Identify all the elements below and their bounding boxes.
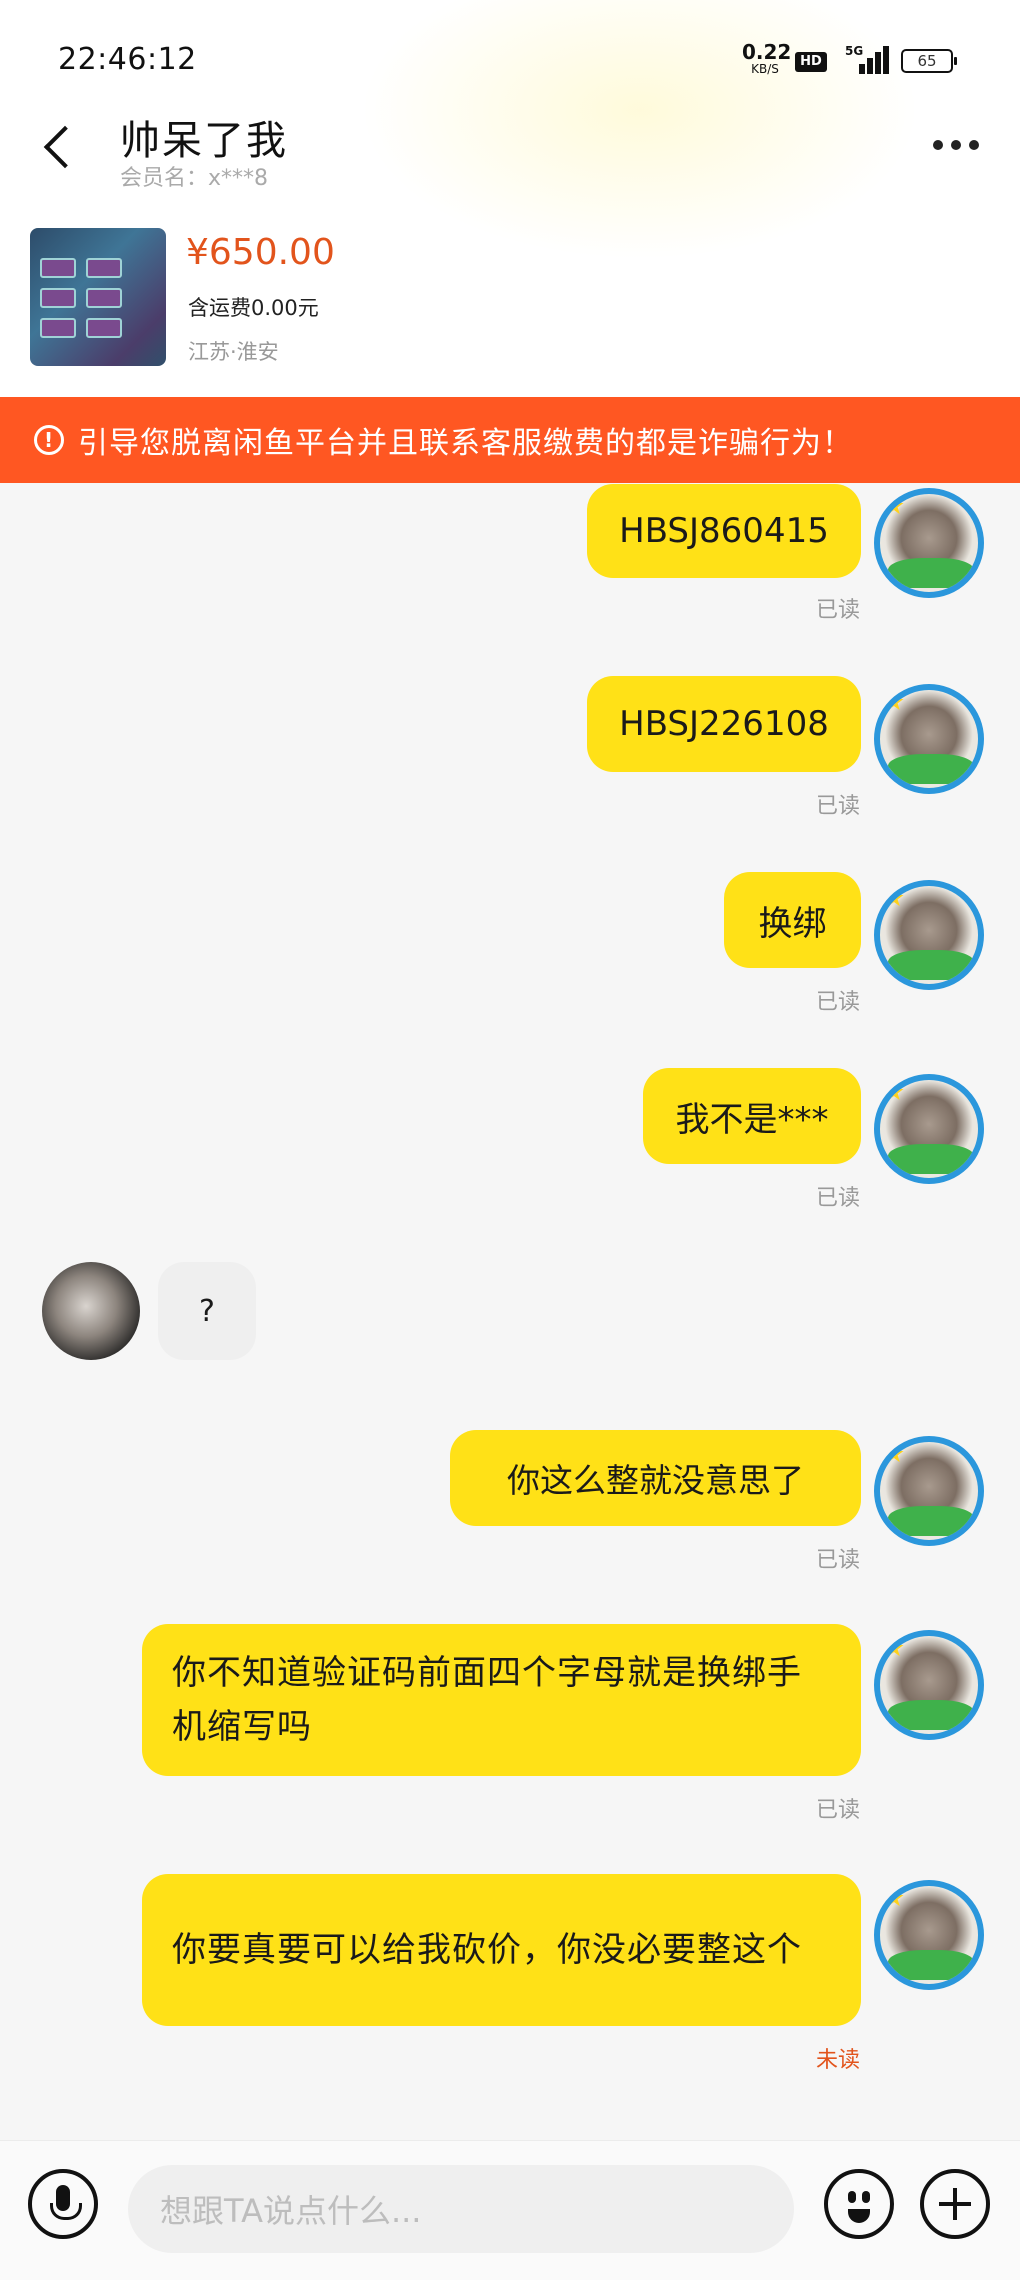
shipping-info: 含运费0.00元 — [188, 296, 319, 320]
more-options-button[interactable] — [928, 130, 984, 160]
emoji-icon[interactable] — [824, 2169, 894, 2239]
battery-icon: 65 — [901, 49, 957, 73]
message-text: 我不是*** — [675, 1099, 829, 1140]
my-avatar[interactable] — [874, 1436, 984, 1546]
fraud-warning-banner: ! 引导您脱离闲鱼平台并且联系客服缴费的都是诈骗行为！ — [0, 397, 1020, 483]
thumb-tile — [40, 258, 76, 278]
signal-bar — [859, 64, 865, 74]
star-icon — [884, 1082, 904, 1101]
star-icon — [884, 692, 904, 711]
message-text: HBSJ860415 — [619, 511, 829, 551]
message-bubble-sent[interactable]: 你这么整就没意思了 — [450, 1430, 861, 1526]
message-text: 你要真要可以给我砍价，你没必要整这个 — [172, 1930, 802, 1970]
chat-title: 帅呆了我 — [120, 118, 288, 164]
signal-bar — [875, 52, 881, 74]
network-type: 5G — [845, 44, 864, 58]
my-avatar[interactable] — [874, 1880, 984, 1990]
other-user-avatar[interactable] — [42, 1262, 140, 1360]
star-icon — [884, 888, 904, 907]
warning-icon: ! — [34, 425, 64, 455]
star-icon — [884, 1888, 904, 1907]
message-text: 你这么整就没意思了 — [507, 1461, 804, 1500]
star-icon — [884, 1444, 904, 1463]
signal-bar — [883, 46, 889, 74]
emoji-mouth — [848, 2209, 870, 2223]
warning-text: 引导您脱离闲鱼平台并且联系客服缴费的都是诈骗行为！ — [78, 426, 853, 461]
microphone-icon[interactable] — [28, 2169, 98, 2239]
product-location: 江苏·淮安 — [188, 340, 279, 364]
emoji-eye — [862, 2191, 870, 2203]
thumb-tile — [86, 288, 122, 308]
dot-icon — [933, 140, 943, 150]
thumb-tile — [40, 288, 76, 308]
thumb-tile — [40, 318, 76, 338]
my-avatar[interactable] — [874, 880, 984, 990]
input-bar: 想跟TA说点什么... — [0, 2140, 1020, 2280]
star-icon — [884, 1638, 904, 1657]
plus-icon[interactable] — [920, 2169, 990, 2239]
unread-status: 未读 — [815, 2048, 860, 2073]
read-status: 已读 — [815, 990, 860, 1015]
message-text: ? — [199, 1293, 215, 1329]
read-status: 已读 — [815, 598, 860, 623]
read-status: 已读 — [815, 1186, 860, 1211]
network-speed-value: 0.22 — [742, 40, 792, 64]
message-bubble-sent[interactable]: 我不是*** — [643, 1068, 861, 1164]
status-time: 22:46:12 — [58, 42, 197, 77]
message-text: 你不知道验证码前面四个字母就是换绑手机缩写吗 — [172, 1653, 802, 1747]
signal-bar — [867, 58, 873, 74]
my-avatar[interactable] — [874, 1630, 984, 1740]
product-thumbnail[interactable] — [30, 228, 166, 366]
back-button[interactable] — [36, 116, 84, 176]
message-bubble-sent[interactable]: HBSJ226108 — [587, 676, 861, 772]
message-bubble-received[interactable]: ? — [158, 1262, 256, 1360]
thumb-tile — [86, 318, 122, 338]
message-bubble-sent[interactable]: HBSJ860415 — [587, 484, 861, 578]
product-price: ¥650.00 — [186, 232, 335, 273]
message-text: HBSJ226108 — [619, 704, 829, 744]
signal-icon: 5G — [845, 44, 889, 74]
message-bubble-sent[interactable]: 你要真要可以给我砍价，你没必要整这个 — [142, 1874, 861, 2026]
star-icon — [884, 496, 904, 515]
message-bubble-sent[interactable]: 换绑 — [724, 872, 861, 968]
message-input[interactable]: 想跟TA说点什么... — [128, 2165, 794, 2253]
my-avatar[interactable] — [874, 684, 984, 794]
read-status: 已读 — [815, 1798, 860, 1823]
emoji-eye — [848, 2191, 856, 2203]
read-status: 已读 — [815, 794, 860, 819]
network-speed-unit: KB/S — [751, 62, 779, 76]
hd-icon: HD — [795, 52, 827, 72]
my-avatar[interactable] — [874, 1074, 984, 1184]
message-bubble-sent[interactable]: 你不知道验证码前面四个字母就是换绑手机缩写吗 — [142, 1624, 861, 1776]
read-status: 已读 — [815, 1548, 860, 1573]
thumb-tile — [86, 258, 122, 278]
message-text: 换绑 — [758, 903, 827, 944]
dot-icon — [969, 140, 979, 150]
status-bar: 22:46:12 0.22 KB/S HD 5G 65 — [0, 0, 1020, 100]
my-avatar[interactable] — [874, 488, 984, 598]
member-name: 会员名：x***8 — [120, 166, 269, 191]
dot-icon — [951, 140, 961, 150]
network-speed: 0.22 KB/S — [742, 40, 792, 76]
